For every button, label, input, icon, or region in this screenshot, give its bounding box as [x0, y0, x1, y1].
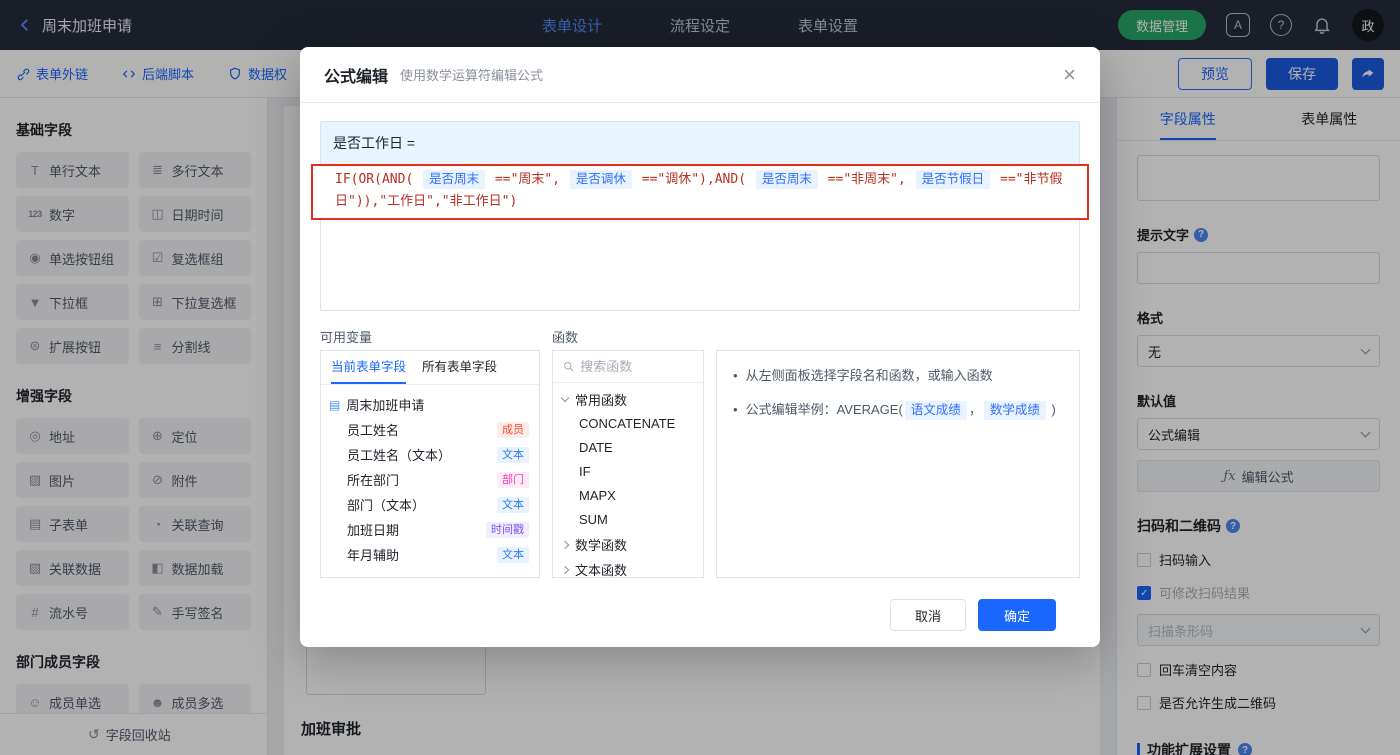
bullet-icon: • [733, 399, 738, 420]
variable-field-name: 员工姓名 [347, 420, 399, 439]
bullet-icon: • [733, 365, 738, 386]
tip-row: • 公式编辑举例：AVERAGE(语文成绩，数学成绩 ) [733, 399, 1063, 420]
variable-field-row[interactable]: 部门（文本） 文本 [329, 492, 531, 517]
form-node[interactable]: ▤ 周末加班申请 [329, 392, 531, 417]
tip-example-suffix: ) [1048, 402, 1056, 417]
formula-code: =="调休"),AND( [634, 172, 754, 187]
function-group-name: 常用函数 [575, 390, 627, 409]
formula-field-pill[interactable]: 是否节假日 [916, 170, 991, 189]
example-field-pill: 语文成绩 [905, 401, 967, 420]
formula-editor: 是否工作日 = IF(OR(AND( 是否周末 =="周末", 是否调休 =="… [320, 121, 1080, 311]
function-group[interactable]: 数学函数 [553, 532, 703, 557]
formula-field-pill[interactable]: 是否调休 [570, 170, 632, 189]
tips-box: • 从左侧面板选择字段名和函数，或输入函数 • 公式编辑举例：AVERAGE(语文成绩… [716, 350, 1080, 578]
dialog-header: 公式编辑 使用数学运算符编辑公式 × [300, 47, 1100, 103]
confirm-button[interactable]: 确定 [978, 599, 1056, 631]
close-icon[interactable]: × [1063, 64, 1076, 86]
field-type-tag: 成员 [497, 422, 529, 438]
formula-code: =="周末", [487, 172, 568, 187]
function-group[interactable]: 常用函数 [553, 387, 703, 412]
function-group-name: 文本函数 [575, 560, 627, 578]
functions-panel: 函数 常用函数 CONCATENATEDATEIFMAPXSUM 数学函数文本函数 [552, 327, 704, 578]
variable-field-row[interactable]: 所在部门 部门 [329, 467, 531, 492]
field-type-tag: 文本 [497, 547, 529, 563]
function-group[interactable]: 文本函数 [553, 557, 703, 578]
variables-list: ▤ 周末加班申请 员工姓名成员员工姓名（文本）文本所在部门部门部门（文本）文本加… [321, 385, 539, 574]
variable-field-name: 加班日期 [347, 520, 399, 539]
formula-expression[interactable]: IF(OR(AND( 是否周末 =="周末", 是否调休 =="调休"),AND… [311, 164, 1089, 220]
cancel-button[interactable]: 取消 [890, 599, 966, 631]
variable-field-name: 部门（文本） [347, 495, 425, 514]
function-item-sum[interactable]: SUM [553, 508, 703, 532]
variable-field-name: 年月辅助 [347, 545, 399, 564]
dialog-subtitle: 使用数学运算符编辑公式 [400, 65, 543, 84]
field-type-tag: 时间戳 [486, 522, 529, 538]
function-tree: 常用函数 CONCATENATEDATEIFMAPXSUM 数学函数文本函数 [553, 383, 703, 578]
formula-field-pill[interactable]: 是否周末 [423, 170, 485, 189]
variables-box: 当前表单字段 所有表单字段 ▤ 周末加班申请 员工姓名成员员工姓名（文本）文本所… [320, 350, 540, 578]
form-node-name: 周末加班申请 [346, 395, 424, 414]
functions-box: 常用函数 CONCATENATEDATEIFMAPXSUM 数学函数文本函数 [552, 350, 704, 578]
tips-label-spacer [716, 327, 1080, 343]
tip-text: 公式编辑举例：AVERAGE(语文成绩，数学成绩 ) [746, 399, 1056, 420]
formula-code: =="非周末", [820, 172, 914, 187]
caret-right-icon [561, 565, 569, 573]
example-field-pill: 数学成绩 [984, 401, 1046, 420]
caret-down-icon [561, 394, 569, 402]
variable-field-name: 员工姓名（文本） [347, 445, 451, 464]
field-type-tag: 部门 [497, 472, 529, 488]
field-type-tag: 文本 [497, 447, 529, 463]
dialog-panels: 可用变量 当前表单字段 所有表单字段 ▤ 周末加班申请 员工姓名 成员员工姓名（文… [320, 327, 1080, 578]
variable-field-rows: 员工姓名成员员工姓名（文本）文本所在部门部门部门（文本）文本加班日期时间戳年月辅… [329, 417, 531, 567]
function-item-if[interactable]: IF [553, 460, 703, 484]
dialog-title: 公式编辑 [324, 63, 388, 87]
tab-current-form-fields[interactable]: 当前表单字段 [331, 351, 406, 384]
variables-tabs: 当前表单字段 所有表单字段 [321, 351, 539, 385]
function-item-concatenate[interactable]: CONCATENATE [553, 412, 703, 436]
field-type-tag: 文本 [497, 497, 529, 513]
variable-field-row[interactable]: 员工姓名（文本） 文本 [329, 442, 531, 467]
tip-text: 从左侧面板选择字段名和函数，或输入函数 [746, 365, 993, 386]
formula-field-pill[interactable]: 是否周末 [756, 170, 818, 189]
formula-result-field: 是否工作日 = [321, 122, 1079, 164]
function-item-date[interactable]: DATE [553, 436, 703, 460]
formula-code: IF(OR(AND( [335, 172, 421, 187]
function-search-input[interactable] [580, 359, 693, 374]
caret-right-icon [561, 540, 569, 548]
variables-label: 可用变量 [320, 327, 540, 343]
tab-all-form-fields[interactable]: 所有表单字段 [422, 351, 497, 384]
form-doc-icon: ▤ [329, 398, 340, 412]
variable-field-name: 所在部门 [347, 470, 399, 489]
dialog-footer: 取消 确定 [320, 578, 1080, 631]
dialog-body: 是否工作日 = IF(OR(AND( 是否周末 =="周末", 是否调休 =="… [300, 103, 1100, 631]
tip-row: • 从左侧面板选择字段名和函数，或输入函数 [733, 365, 1063, 386]
function-search[interactable] [553, 351, 703, 383]
function-group-name: 数学函数 [575, 535, 627, 554]
variable-field-row[interactable]: 员工姓名 成员 [329, 417, 531, 442]
functions-label: 函数 [552, 327, 704, 343]
variable-field-row[interactable]: 加班日期 时间戳 [329, 517, 531, 542]
search-icon [563, 360, 574, 373]
variable-field-row[interactable]: 年月辅助 文本 [329, 542, 531, 567]
formula-content-area[interactable]: IF(OR(AND( 是否周末 =="周末", 是否调休 =="调休"),AND… [321, 164, 1079, 310]
tips-panel: • 从左侧面板选择字段名和函数，或输入函数 • 公式编辑举例：AVERAGE(语文成绩… [716, 327, 1080, 578]
formula-editor-dialog: 公式编辑 使用数学运算符编辑公式 × 是否工作日 = IF(OR(AND( 是否… [300, 47, 1100, 647]
variables-panel: 可用变量 当前表单字段 所有表单字段 ▤ 周末加班申请 员工姓名 成员员工姓名（文… [320, 327, 540, 578]
function-item-mapx[interactable]: MAPX [553, 484, 703, 508]
tip-example-prefix: 公式编辑举例：AVERAGE( [746, 402, 903, 417]
tip-example-separator: ， [969, 402, 982, 417]
app-window: 周末加班申请 表单设计 流程设定 表单设置 数据管理 A ? 政 表单外链 后端… [0, 0, 1400, 755]
